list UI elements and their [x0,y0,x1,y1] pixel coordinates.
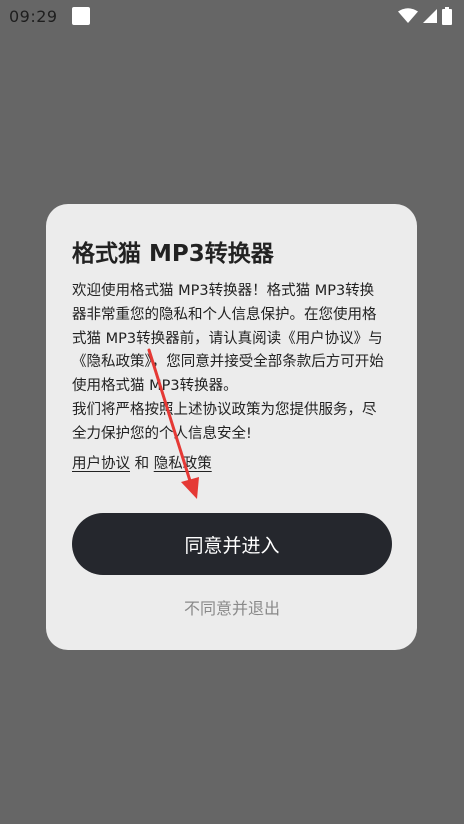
status-bar: 09:29 [0,0,464,32]
privacy-policy-link[interactable]: 隐私政策 [154,456,212,472]
dialog-body-paragraph-1: 欢迎使用格式猫 MP3转换器！格式猫 MP3转换器非常重您的隐私和个人信息保护。… [72,283,384,395]
wifi-icon [398,8,418,23]
dialog-title: 格式猫 MP3转换器 [72,241,274,267]
signal-icon [423,9,437,23]
status-time: 09:29 [9,6,58,26]
battery-icon [442,7,452,25]
link-separator: 和 [134,456,150,472]
decline-button[interactable]: 不同意并退出 [72,592,392,622]
policy-links: 用户协议 和 隐私政策 [72,452,212,473]
status-right [398,7,452,25]
dialog-body-paragraph-2: 我们将严格按照上述协议政策为您提供服务，尽全力保护您的个人信息安全! [72,401,377,442]
notification-square-icon [71,7,90,25]
status-left: 09:29 [9,7,90,26]
privacy-dialog: 格式猫 MP3转换器 欢迎使用格式猫 MP3转换器！格式猫 MP3转换器非常重您… [46,204,417,650]
agree-button[interactable]: 同意并进入 [72,513,392,575]
dialog-body: 欢迎使用格式猫 MP3转换器！格式猫 MP3转换器非常重您的隐私和个人信息保护。… [72,280,384,447]
user-agreement-link[interactable]: 用户协议 [72,456,130,472]
